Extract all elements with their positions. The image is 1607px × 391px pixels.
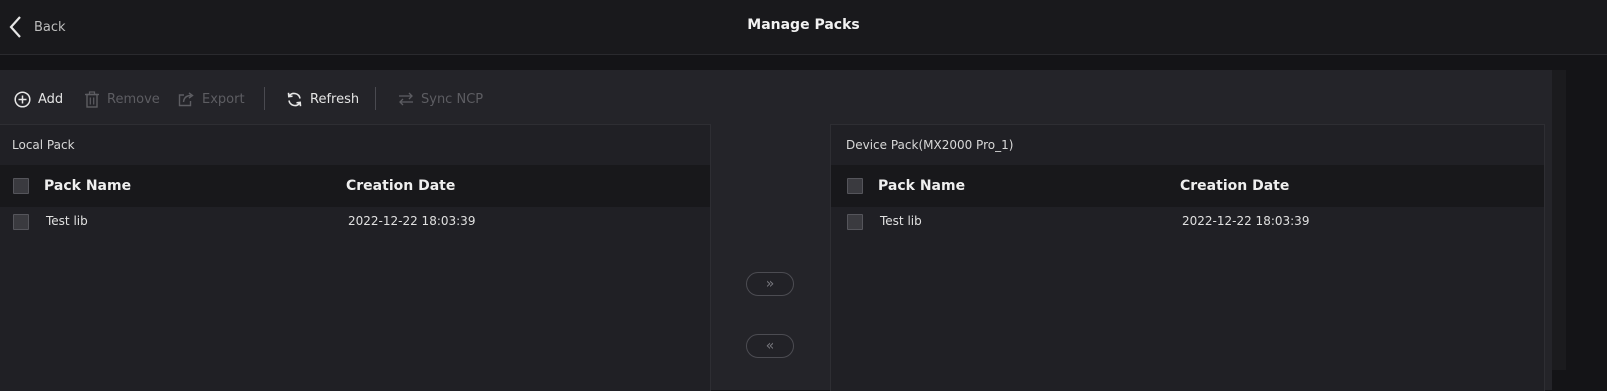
- add-button[interactable]: Add: [14, 89, 63, 109]
- double-chevron-left-icon: «: [765, 338, 775, 354]
- select-all-checkbox[interactable]: [847, 178, 863, 194]
- export-button[interactable]: Export: [178, 89, 245, 109]
- refresh-button[interactable]: Refresh: [286, 89, 359, 109]
- table-row[interactable]: Test lib 2022-12-22 18:03:39: [0, 207, 710, 237]
- pack-name-cell: Test lib: [46, 214, 88, 228]
- trash-icon: [85, 90, 99, 108]
- export-icon: [178, 92, 194, 107]
- select-all-checkbox[interactable]: [13, 178, 29, 194]
- add-label: Add: [38, 91, 64, 107]
- local-pack-title: Local Pack: [12, 138, 75, 152]
- sync-ncp-button[interactable]: Sync NCP: [398, 89, 483, 109]
- move-to-device-button[interactable]: »: [746, 272, 794, 296]
- creation-date-cell: 2022-12-22 18:03:39: [348, 214, 476, 228]
- toolbar: Add Remove Export Refresh Sync NCP: [0, 70, 1552, 124]
- refresh-icon: [287, 92, 302, 106]
- toolbar-divider: [264, 87, 265, 110]
- device-pack-panel: Device Pack(MX2000 Pro_1) Pack Name Crea…: [830, 124, 1545, 391]
- local-pack-table-header: Pack Name Creation Date: [0, 165, 710, 207]
- column-header-creation-date[interactable]: Creation Date: [346, 178, 455, 194]
- page-title: Manage Packs: [747, 17, 860, 33]
- pack-name-cell: Test lib: [880, 214, 922, 228]
- toolbar-divider: [375, 87, 376, 110]
- column-header-creation-date[interactable]: Creation Date: [1180, 178, 1289, 194]
- scrollbar[interactable]: [1552, 70, 1566, 370]
- remove-button[interactable]: Remove: [84, 89, 160, 109]
- table-row[interactable]: Test lib 2022-12-22 18:03:39: [831, 207, 1544, 237]
- column-header-pack-name[interactable]: Pack Name: [44, 178, 131, 194]
- sync-icon: [399, 92, 413, 106]
- plus-circle-icon: [14, 90, 31, 108]
- remove-label: Remove: [107, 91, 160, 107]
- sync-ncp-label: Sync NCP: [421, 91, 484, 107]
- move-to-local-button[interactable]: «: [746, 334, 794, 358]
- double-chevron-right-icon: »: [765, 276, 775, 292]
- export-label: Export: [202, 91, 245, 107]
- creation-date-cell: 2022-12-22 18:03:39: [1182, 214, 1310, 228]
- row-checkbox[interactable]: [847, 214, 863, 230]
- refresh-label: Refresh: [310, 91, 360, 107]
- local-pack-panel: Local Pack Pack Name Creation Date Test …: [0, 124, 711, 391]
- device-pack-title: Device Pack(MX2000 Pro_1): [846, 138, 1014, 152]
- title-bar: Back Manage Packs: [0, 0, 1607, 55]
- device-pack-table-header: Pack Name Creation Date: [831, 165, 1544, 207]
- row-checkbox[interactable]: [13, 214, 29, 230]
- column-header-pack-name[interactable]: Pack Name: [878, 178, 965, 194]
